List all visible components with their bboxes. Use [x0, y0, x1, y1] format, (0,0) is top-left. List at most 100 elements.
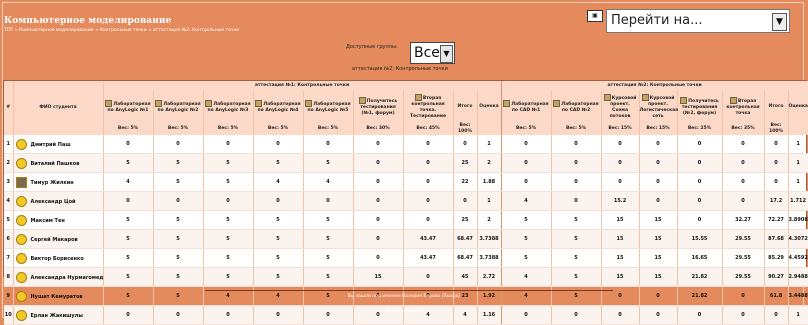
grade-cell: 15 — [639, 267, 678, 287]
grade-cell: 5 — [253, 229, 304, 249]
grade-cell: 5 — [203, 210, 254, 230]
grade-cell: 5 — [203, 172, 254, 192]
language-icon[interactable]: ▣ — [587, 10, 603, 22]
student-cell[interactable]: Тимур Жилкин — [13, 172, 104, 192]
avatar[interactable] — [15, 233, 27, 245]
activity-icon — [255, 100, 263, 107]
avatar[interactable] — [15, 138, 27, 150]
student-name[interactable]: Александр Цой — [31, 199, 76, 205]
avatar[interactable] — [15, 214, 27, 226]
avatar[interactable] — [15, 157, 27, 169]
student-name[interactable]: Сергей Макаров — [31, 237, 78, 243]
grade-cell: 5 — [501, 229, 552, 249]
student-cell[interactable]: Виталий Пашков — [13, 153, 104, 173]
grade-cell: 0 — [677, 210, 723, 230]
student-name[interactable]: Виктор Борисенко — [31, 256, 84, 262]
column-header[interactable]: Оценка — [477, 91, 502, 123]
grade-cell: 5 — [303, 210, 354, 230]
grade-cell: 0 — [453, 135, 478, 154]
student-name-header[interactable]: ФИО студента — [13, 81, 104, 135]
column-header[interactable]: Оценка — [788, 91, 808, 123]
student-name[interactable]: Александра Нурмагомедова — [31, 275, 103, 281]
grade-cell: 4 — [103, 172, 154, 192]
grade-cell: 5 — [303, 153, 354, 173]
jump-to-select[interactable]: Перейти на... ▼ — [606, 9, 790, 33]
column-header[interactable]: Получитесь тестирования (№2, форум) — [677, 91, 723, 123]
column-header[interactable]: Вторая контрольная точка — [722, 91, 765, 123]
grade-cell: 0 — [601, 135, 640, 154]
chevron-down-icon[interactable]: ▼ — [772, 13, 787, 31]
grade-cell: 0 — [403, 135, 454, 154]
column-weight — [788, 123, 808, 135]
column-header[interactable]: Лабораторная по AnyLogic №2 — [153, 91, 204, 123]
group-select[interactable]: Все ▼ — [410, 42, 455, 64]
avatar[interactable] — [15, 252, 27, 264]
grade-cell: 0 — [764, 153, 789, 173]
grade-cell: 68.47 — [453, 229, 478, 249]
student-cell[interactable]: Дмитрий Паш — [13, 135, 104, 154]
avatar[interactable] — [15, 176, 27, 188]
avatar[interactable] — [15, 271, 27, 283]
grade-cell: 16.65 — [677, 248, 723, 268]
grade-cell: 87.68 — [764, 229, 789, 249]
grade-cell: 5 — [551, 248, 602, 268]
grade-cell: 72.27 — [764, 210, 789, 230]
grade-cell: 17.2 — [764, 191, 789, 211]
column-weight: Вес: 5% — [501, 123, 552, 135]
column-header[interactable]: Лабораторная по AnyLogic №5 — [303, 91, 354, 123]
grade-cell: 0 — [203, 191, 254, 211]
grade-cell: 5 — [203, 229, 254, 249]
column-header[interactable]: Лабораторная по CAD №1 — [501, 91, 552, 123]
column-header[interactable]: Лабораторная по CAD №2 — [551, 91, 602, 123]
grade-cell: 0 — [453, 191, 478, 211]
student-cell[interactable]: Максим Тен — [13, 210, 104, 230]
table-row: 7 Виктор Борисенко 5 5 5 5 5 0 43.47 68.47 3.7388 5… — [4, 248, 808, 268]
column-header-label: Лабораторная по CAD №1 — [511, 102, 549, 113]
grade-cell: 5 — [551, 229, 602, 249]
column-header[interactable]: Лабораторная по AnyLogic №4 — [253, 91, 304, 123]
breadcrumb-item[interactable]: Контрольные точки — [100, 28, 147, 33]
student-cell[interactable]: Александр Цой — [13, 191, 104, 211]
grade-cell: 5 — [253, 210, 304, 230]
student-name[interactable]: Виталий Пашков — [31, 161, 80, 167]
student-cell[interactable]: Александра Нурмагомедова — [13, 267, 104, 287]
grade-cell: 0 — [403, 267, 454, 287]
student-cell[interactable]: Сергей Макаров — [13, 229, 104, 249]
student-name[interactable]: Тимур Жилкин — [31, 180, 74, 186]
grade-cell: 2.9488 — [788, 267, 808, 287]
course-home-link[interactable]: Моделирование — [0, 309, 808, 314]
column-header[interactable]: Итого — [764, 91, 789, 123]
breadcrumb: ТПУ» Компьютерное моделирование» Контрол… — [4, 28, 240, 33]
activity-icon — [553, 100, 561, 107]
grade-cell: 5 — [501, 210, 552, 230]
course-title-bar: Компьютерное моделирование — [4, 8, 604, 26]
grade-cell: 25 — [453, 210, 478, 230]
column-header[interactable]: Получитесь тестирования (№1, форум) — [353, 91, 404, 123]
chevron-down-icon[interactable]: ▼ — [440, 45, 453, 63]
avatar[interactable] — [15, 195, 27, 207]
table-row: 2 Виталий Пашков 5 5 5 5 5 0 0 25 2 0 0 0 0 0 0 0 1 — [4, 153, 808, 173]
row-index: 5 — [4, 210, 14, 230]
student-name[interactable]: Дмитрий Паш — [31, 142, 71, 148]
grade-cell: 0 — [403, 210, 454, 230]
column-header[interactable]: Лабораторная по AnyLogic №1 — [103, 91, 154, 123]
grade-cell: 5 — [203, 153, 254, 173]
breadcrumb-item[interactable]: Компьютерное моделирование — [19, 28, 93, 33]
student-cell[interactable]: Виктор Борисенко — [13, 248, 104, 268]
column-header[interactable]: Курсовой проект. Логистическая сеть — [639, 91, 678, 123]
grade-cell: 0 — [353, 248, 404, 268]
breadcrumb-item[interactable]: ТПУ — [4, 28, 13, 33]
grade-cell: 0 — [153, 191, 204, 211]
grade-cell: 25 — [453, 153, 478, 173]
grade-cell: 5 — [303, 248, 354, 268]
student-name[interactable]: Максим Тен — [31, 218, 65, 224]
grade-cell: 5 — [303, 267, 354, 287]
grade-cell: 2 — [477, 153, 502, 173]
column-header[interactable]: Итого — [453, 91, 478, 123]
grade-cell: 0 — [353, 210, 404, 230]
column-header[interactable]: Курсовой проект. Схема потоков — [601, 91, 640, 123]
activity-icon — [603, 94, 611, 101]
column-header[interactable]: Вторая контрольная точка. Тестирование — [403, 91, 454, 123]
column-header[interactable]: Лабораторная по AnyLogic №3 — [203, 91, 254, 123]
index-header: # — [4, 81, 14, 135]
